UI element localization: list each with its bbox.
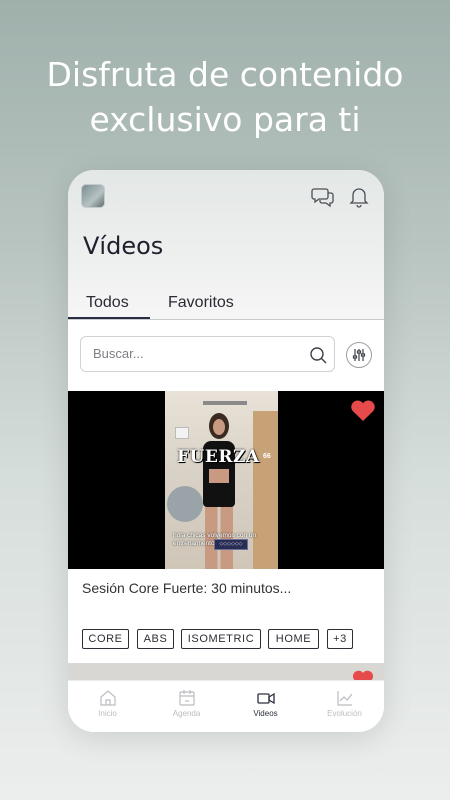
tab-bar: Todos Favoritos bbox=[68, 288, 384, 320]
nav-videos[interactable]: Videos bbox=[226, 681, 305, 732]
headline-line-2: exclusivo para ti bbox=[89, 100, 361, 139]
nav-label-inicio: Inicio bbox=[98, 709, 117, 718]
person-figure bbox=[209, 469, 229, 483]
tab-todos[interactable]: Todos bbox=[86, 294, 129, 312]
video-thumbnail[interactable]: FUERZA 66 hola chicas volvemos con un en… bbox=[68, 391, 384, 569]
nav-label-videos: Videos bbox=[253, 709, 278, 718]
sliders-icon bbox=[352, 349, 366, 361]
frame-detail bbox=[175, 427, 189, 439]
chart-icon bbox=[336, 691, 352, 706]
tag-abs[interactable]: ABS bbox=[137, 629, 174, 649]
tab-favoritos[interactable]: Favoritos bbox=[168, 294, 234, 312]
calendar-icon bbox=[178, 690, 195, 706]
headline-line-1: Disfruta de contenido bbox=[46, 55, 404, 94]
tag-home[interactable]: HOME bbox=[268, 629, 319, 649]
heart-icon[interactable] bbox=[350, 400, 376, 422]
home-icon bbox=[99, 690, 116, 706]
bottom-navigation: Inicio Agenda Videos Evolución bbox=[68, 680, 384, 732]
next-video-card[interactable] bbox=[68, 663, 384, 681]
nav-agenda[interactable]: Agenda bbox=[147, 681, 226, 732]
video-camera-icon bbox=[256, 692, 275, 705]
video-badge: ◇◇◇◇◇◇ bbox=[214, 539, 248, 550]
phone-screen: Vídeos Todos Favoritos Buscar... FUERZA … bbox=[68, 170, 384, 732]
tag-core[interactable]: CORE bbox=[82, 629, 129, 649]
video-title[interactable]: Sesión Core Fuerte: 30 minutos... bbox=[82, 580, 291, 596]
filter-button[interactable] bbox=[346, 342, 372, 368]
person-figure bbox=[213, 419, 225, 435]
tab-active-indicator bbox=[68, 317, 150, 319]
video-overlay-number: 66 bbox=[263, 453, 271, 460]
avatar[interactable] bbox=[81, 184, 105, 208]
nav-label-evolucion: Evolución bbox=[327, 709, 362, 718]
frame-detail bbox=[167, 486, 203, 522]
bell-icon[interactable] bbox=[347, 184, 371, 208]
nav-evolucion[interactable]: Evolución bbox=[305, 681, 384, 732]
frame-detail bbox=[203, 401, 247, 405]
nav-label-agenda: Agenda bbox=[172, 709, 201, 718]
search-icon[interactable] bbox=[308, 345, 328, 365]
search-input[interactable] bbox=[93, 346, 293, 361]
tag-isometric[interactable]: ISOMETRIC bbox=[181, 629, 261, 649]
marketing-headline: Disfruta de contenido exclusivo para ti bbox=[0, 52, 450, 142]
chat-icon[interactable] bbox=[311, 184, 335, 208]
nav-inicio[interactable]: Inicio bbox=[68, 681, 147, 732]
tag-more[interactable]: +3 bbox=[327, 629, 353, 649]
video-overlay-word: FUERZA bbox=[177, 447, 260, 467]
search-box bbox=[80, 336, 335, 372]
video-card[interactable]: FUERZA 66 hola chicas volvemos con un en… bbox=[68, 391, 384, 663]
page-title: Vídeos bbox=[83, 232, 164, 260]
